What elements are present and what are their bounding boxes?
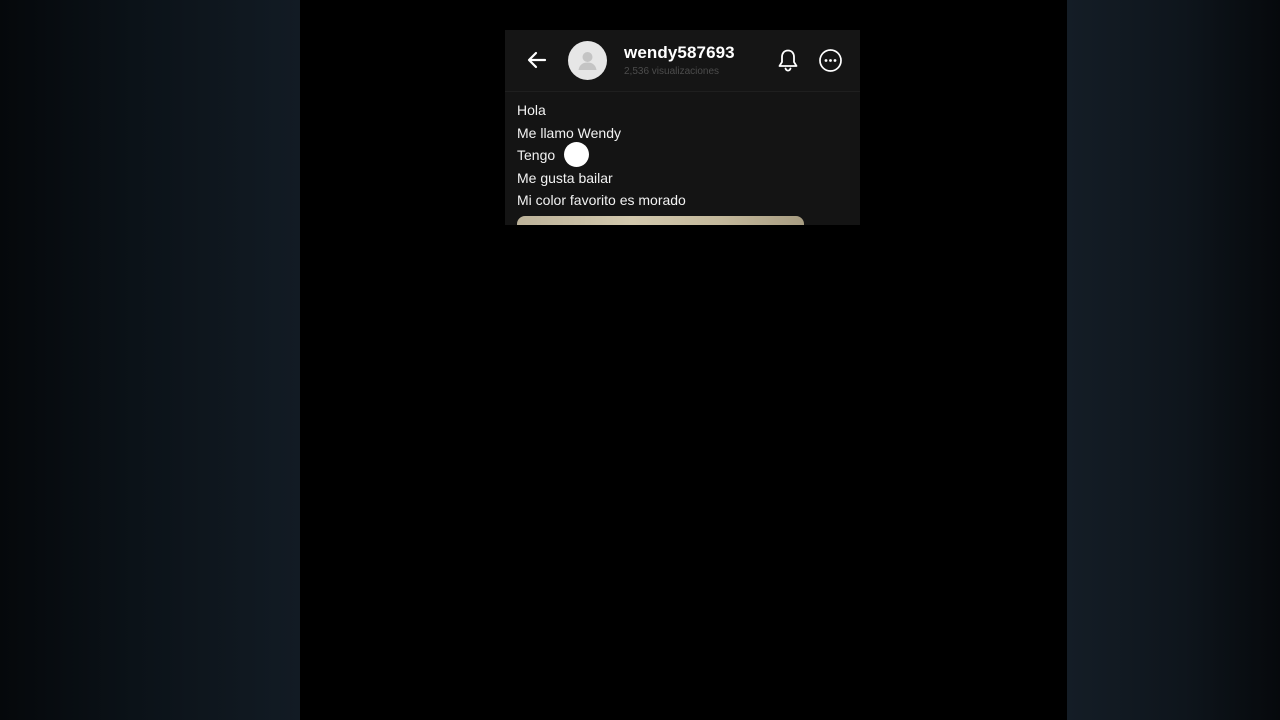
arrow-left-icon[interactable] <box>524 47 550 73</box>
attached-image-preview[interactable] <box>517 216 804 225</box>
username[interactable]: wendy587693 <box>624 43 735 63</box>
message-line: Mi color favorito es morado <box>517 192 686 208</box>
message-line: Hola <box>517 102 546 118</box>
message-line: Me gusta bailar <box>517 169 613 186</box>
avatar[interactable] <box>568 41 607 80</box>
video-frame: wendy587693 2,536 visualizaciones Hola M… <box>0 0 1280 720</box>
post-screenshot: wendy587693 2,536 visualizaciones Hola M… <box>505 30 860 225</box>
post-header: wendy587693 2,536 visualizaciones <box>505 30 860 92</box>
bell-icon[interactable] <box>775 47 801 73</box>
default-user-icon <box>578 52 597 70</box>
message-line: Me llamo Wendy <box>517 124 622 141</box>
left-blur-margin <box>0 0 300 720</box>
more-options-icon[interactable] <box>818 48 843 73</box>
redaction-dot <box>564 142 589 167</box>
view-count: 2,536 visualizaciones <box>624 66 720 77</box>
right-blur-margin <box>1067 0 1280 720</box>
